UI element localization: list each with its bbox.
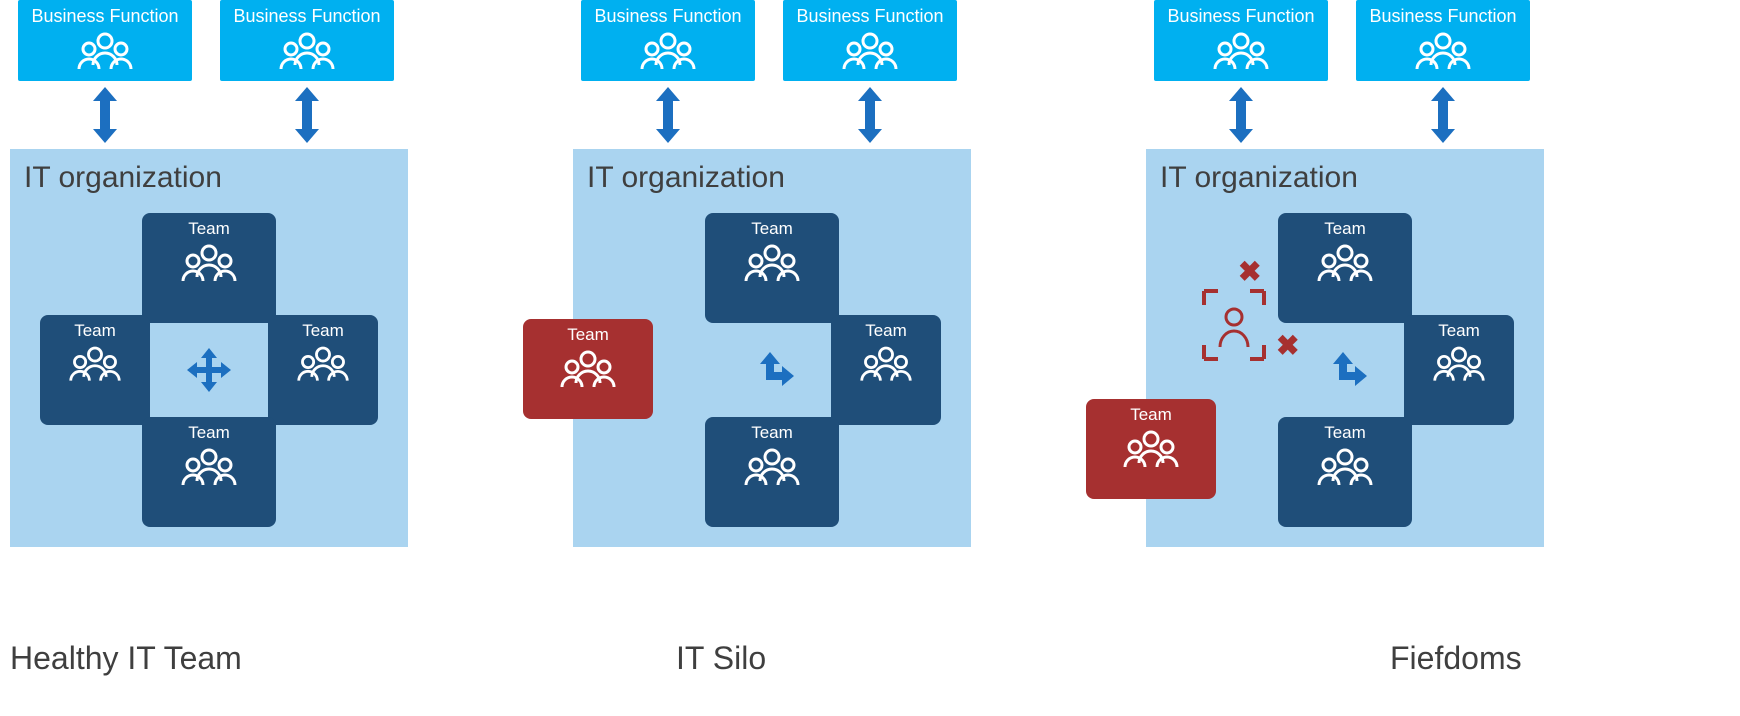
it-organization-box: IT organization Team Team Team ✖ ✖ Team: [1146, 149, 1544, 547]
people-icon: [858, 341, 914, 383]
people-icon: [179, 443, 239, 487]
people-icon: [840, 27, 900, 71]
people-icon: [67, 341, 123, 383]
double-arrow-vertical-icon: [1229, 87, 1253, 143]
up-right-arrow-icon: [748, 350, 796, 390]
team-label: Team: [142, 219, 276, 239]
arrow-row: [1146, 87, 1646, 143]
arrow-row: [573, 87, 1073, 143]
team-box: Team: [142, 213, 276, 323]
team-box: Team: [1278, 213, 1412, 323]
people-icon: [277, 27, 337, 71]
business-function-row: Business Function Business Function: [10, 0, 510, 81]
people-icon: [179, 239, 239, 283]
team-box: Team: [705, 213, 839, 323]
arrow-row: [10, 87, 510, 143]
team-label: Team: [1404, 321, 1514, 341]
people-icon: [1121, 425, 1181, 469]
team-label: Team: [705, 219, 839, 239]
people-icon: [1413, 27, 1473, 71]
business-function-row: Business Function Business Function: [573, 0, 1073, 81]
business-function-box: Business Function: [783, 0, 957, 81]
center-connector: [735, 341, 809, 399]
column-silo: Business Function Business Function IT o…: [573, 0, 1073, 547]
team-box: Team: [1404, 315, 1514, 425]
team-box: Team: [1278, 417, 1412, 527]
team-box: Team: [40, 315, 150, 425]
team-label: Team: [1086, 405, 1216, 425]
team-box: Team: [268, 315, 378, 425]
double-arrow-vertical-icon: [656, 87, 680, 143]
person-icon: [1214, 305, 1254, 349]
people-icon: [742, 239, 802, 283]
team-box-isolated: Team: [1086, 399, 1216, 499]
double-arrow-vertical-icon: [858, 87, 882, 143]
team-box-isolated: Team: [523, 319, 653, 419]
column-healthy: Business Function Business Function IT o…: [10, 0, 510, 547]
people-icon: [75, 27, 135, 71]
business-function-label: Business Function: [18, 6, 192, 27]
people-icon: [742, 443, 802, 487]
team-label: Team: [40, 321, 150, 341]
column-caption: Fiefdoms: [1390, 640, 1522, 677]
people-icon: [558, 345, 618, 389]
business-function-box: Business Function: [581, 0, 755, 81]
team-box: Team: [142, 417, 276, 527]
business-function-box: Business Function: [1154, 0, 1328, 81]
business-function-label: Business Function: [1356, 6, 1530, 27]
team-label: Team: [705, 423, 839, 443]
team-label: Team: [831, 321, 941, 341]
double-arrow-vertical-icon: [93, 87, 117, 143]
it-organization-title: IT organization: [1160, 161, 1530, 195]
business-function-label: Business Function: [1154, 6, 1328, 27]
team-box: Team: [705, 417, 839, 527]
double-arrow-vertical-icon: [295, 87, 319, 143]
people-icon: [1315, 443, 1375, 487]
business-function-box: Business Function: [220, 0, 394, 81]
up-right-arrow-icon: [1321, 350, 1369, 390]
people-icon: [1431, 341, 1487, 383]
x-mark-icon: ✖: [1238, 255, 1261, 288]
business-function-row: Business Function Business Function: [1146, 0, 1646, 81]
people-icon: [1211, 27, 1271, 71]
column-caption: IT Silo: [676, 640, 766, 677]
it-organization-box: IT organization Team Team Team Team: [573, 149, 971, 547]
focus-brackets: [1202, 289, 1282, 377]
column-caption: Healthy IT Team: [10, 640, 242, 677]
team-label: Team: [523, 325, 653, 345]
it-organization-box: IT organization Team Team Team Team: [10, 149, 408, 547]
x-mark-icon: ✖: [1276, 329, 1299, 362]
people-icon: [638, 27, 698, 71]
double-arrow-vertical-icon: [1431, 87, 1455, 143]
team-box: Team: [831, 315, 941, 425]
business-function-box: Business Function: [1356, 0, 1530, 81]
team-label: Team: [1278, 219, 1412, 239]
business-function-label: Business Function: [581, 6, 755, 27]
column-fiefdoms: Business Function Business Function IT o…: [1146, 0, 1646, 547]
people-icon: [1315, 239, 1375, 283]
business-function-box: Business Function: [18, 0, 192, 81]
team-label: Team: [1278, 423, 1412, 443]
business-function-label: Business Function: [783, 6, 957, 27]
people-icon: [295, 341, 351, 383]
four-way-arrow-icon: [185, 346, 233, 394]
it-organization-title: IT organization: [24, 161, 394, 195]
center-connector: [1308, 341, 1382, 399]
center-connector: [172, 341, 246, 399]
team-label: Team: [142, 423, 276, 443]
it-organization-title: IT organization: [587, 161, 957, 195]
team-label: Team: [268, 321, 378, 341]
business-function-label: Business Function: [220, 6, 394, 27]
